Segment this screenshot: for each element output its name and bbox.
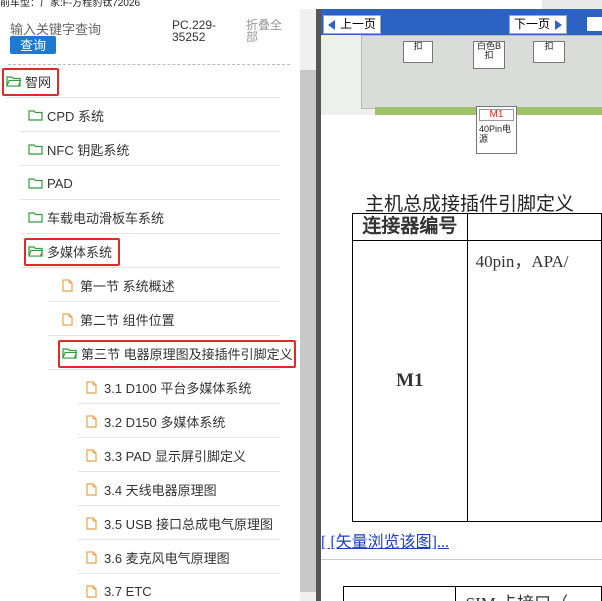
tree-item-row[interactable]: 3.1 D100 平台多媒体系统 (86, 370, 251, 404)
clip-label: 扣 (413, 41, 423, 51)
document-icon (86, 482, 104, 496)
arrow-left-icon (328, 20, 335, 31)
tree-item-label: 第二节 组件位置 (80, 312, 175, 328)
top-bar-text: 前车型：厂家:F-方程豹钛72026 (0, 0, 141, 9)
arrow-right-icon (555, 20, 563, 31)
tree-item-row[interactable]: 3.3 PAD 显示屏引脚定义 (86, 438, 246, 472)
prev-page-label: 上一页 (340, 17, 377, 31)
pin-definition-table: 连接器编号 M1 40pin，APA/ (352, 213, 602, 522)
tree-item-row[interactable]: 第一节 系统概述 (62, 268, 175, 302)
tree-item-label: 第一节 系统概述 (80, 278, 175, 294)
tree-item-row[interactable]: 3.7 ETC (86, 574, 152, 601)
tree-item-row[interactable]: 3.2 D150 多媒体系统 (86, 404, 225, 438)
document-icon (86, 414, 104, 428)
collapse-all-button[interactable]: 折叠全部 (246, 19, 291, 43)
tree-item[interactable]: PAD (0, 166, 300, 200)
tree-item[interactable]: NFC 钥匙系统 (0, 132, 300, 166)
callout-id: M1 (479, 109, 514, 121)
print-icon[interactable] (587, 17, 602, 31)
tree-item-row[interactable]: 3.6 麦克风电气原理图 (86, 540, 230, 574)
wiring-diagram: 扣 白色B扣 扣 (321, 35, 602, 115)
search-row: 输入关键字查询 查询 PC.229-35252 折叠全部 (0, 9, 316, 67)
tree-item[interactable]: 智网 (0, 64, 300, 98)
page-nav-bar: 上一页 下一页 (321, 9, 602, 35)
tree-item[interactable]: 3.4 天线电器原理图 (0, 472, 300, 506)
search-button[interactable]: 查询 (10, 36, 56, 54)
tree-item[interactable]: 第三节 电器原理图及接插件引脚定义 (0, 336, 300, 370)
tree-item-row[interactable]: CPD 系统 (28, 98, 104, 132)
document-icon (86, 448, 104, 462)
document-icon (86, 516, 104, 530)
selection-highlight (58, 340, 296, 368)
folder-icon (28, 143, 47, 155)
tree-item-row[interactable]: PAD (28, 166, 73, 200)
tree-item-label: 车载电动滑板车系统 (47, 210, 165, 226)
document-icon (62, 312, 80, 326)
tree-item[interactable]: 第一节 系统概述 (0, 268, 300, 302)
document-icon (62, 278, 80, 292)
tree-item-label: 3.3 PAD 显示屏引脚定义 (104, 448, 247, 464)
tree-item[interactable]: 3.7 ETC (0, 574, 300, 601)
tree-item[interactable]: 多媒体系统 (0, 234, 300, 268)
selection-highlight (2, 68, 59, 96)
clip-label: 白色B扣 (476, 41, 501, 60)
clip-label: 扣 (544, 41, 554, 51)
next-page-button[interactable]: 下一页 (509, 15, 568, 34)
document-icon (86, 584, 104, 598)
tree-item-label: CPD 系统 (47, 108, 105, 124)
tree-item-label: 3.2 D150 多媒体系统 (104, 414, 226, 430)
m1-callout: M1 40Pin电源 (476, 106, 517, 154)
tree-item[interactable]: 3.2 D150 多媒体系统 (0, 404, 300, 438)
selection-highlight (24, 238, 120, 266)
connector-clip-right: 扣 (533, 41, 565, 63)
tree-item-row[interactable]: 车载电动滑板车系统 (28, 200, 164, 234)
tree-item-row[interactable]: NFC 钥匙系统 (28, 132, 129, 166)
connector-id-cell: M1 (352, 240, 468, 522)
document-viewer: 上一页 下一页 扣 白色B扣 扣 M1 40Pin电源 主机总成接插件引脚定义 … (321, 9, 602, 601)
tree-item-label: 3.6 麦克风电气原理图 (104, 550, 230, 566)
folder-icon (28, 211, 47, 223)
left-panel: 输入关键字查询 查询 PC.229-35252 折叠全部 智网 CPD 系统 NFC… (0, 9, 316, 601)
tree-item[interactable]: 3.5 USB 接口总成电气原理图 (0, 506, 300, 540)
tree-item-row[interactable]: 3.4 天线电器原理图 (86, 472, 217, 506)
connector-desc-cell: 40pin，APA/ (466, 240, 602, 522)
pc-code: PC.229-35252 (172, 18, 217, 44)
document-icon (86, 380, 104, 394)
callout-desc: 40Pin电源 (479, 124, 512, 144)
top-bar: 前车型：厂家:F-方程豹钛72026 (0, 0, 602, 9)
scrollbar-thumb[interactable] (300, 70, 316, 592)
sim-table: SIM 卡接口（ (343, 586, 602, 601)
connector-white-b: 白色B扣 (473, 41, 505, 69)
tree-item[interactable]: 第二节 组件位置 (0, 302, 300, 336)
table-header-connector: 连接器编号 (352, 213, 468, 241)
divider (321, 559, 602, 560)
tree-item[interactable]: 车载电动滑板车系统 (0, 200, 300, 234)
prev-page-button[interactable]: 上一页 (323, 15, 382, 34)
tree-item[interactable]: 3.6 麦克风电气原理图 (0, 540, 300, 574)
next-page-label: 下一页 (514, 17, 551, 31)
connector-clip-left: 扣 (403, 41, 433, 63)
sim-table-header: SIM 卡接口（ (454, 586, 602, 601)
tree-item-label: 3.5 USB 接口总成电气原理图 (104, 516, 274, 532)
tree-item-label: NFC 钥匙系统 (47, 142, 130, 158)
table-header-blank (466, 213, 602, 241)
folder-icon (28, 109, 47, 121)
tree-item-row[interactable]: 第二节 组件位置 (62, 302, 175, 336)
tree-item-label: PAD (47, 175, 73, 191)
tree-item[interactable]: 3.1 D100 平台多媒体系统 (0, 370, 300, 404)
tree-item-label: 3.7 ETC (104, 583, 152, 599)
tree-item[interactable]: 3.3 PAD 显示屏引脚定义 (0, 438, 300, 472)
section-title: 主机总成接插件引脚定义 (365, 194, 575, 215)
sim-table-cell (343, 586, 456, 601)
tree-item-row[interactable]: 3.5 USB 接口总成电气原理图 (86, 506, 273, 540)
top-bar-controls (542, 0, 602, 9)
folder-icon (28, 177, 47, 189)
tree-item[interactable]: CPD 系统 (0, 98, 300, 132)
document-icon (86, 550, 104, 564)
tree-item-label: 3.1 D100 平台多媒体系统 (104, 380, 252, 396)
vector-view-link[interactable]: [ [矢量浏览该图]... (321, 528, 449, 552)
tree-item-label: 3.4 天线电器原理图 (104, 482, 217, 498)
